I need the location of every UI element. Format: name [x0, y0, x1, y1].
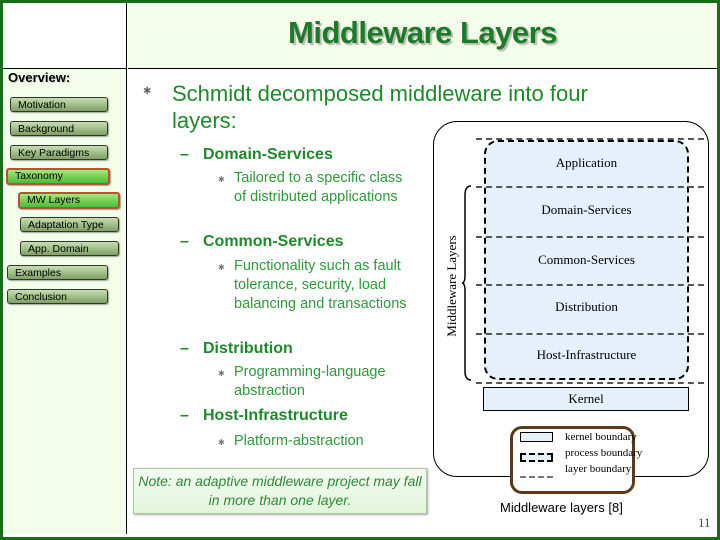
- sidebar-logo-area: [3, 3, 127, 69]
- diagram-layer-domain-services: Domain-Services: [541, 202, 632, 217]
- layer-boundary-line: [476, 333, 704, 335]
- sidebar-item-motivation[interactable]: Motivation: [10, 97, 108, 112]
- layer-heading-host-infrastructure: Host-Infrastructure: [203, 407, 348, 424]
- layer-boundary-line: [476, 186, 704, 188]
- layer-heading-domain-services: Domain-Services: [203, 146, 333, 163]
- sub-bullet-icon: ✱: [218, 438, 225, 447]
- layer-boundary-line: [476, 138, 704, 140]
- diagram-kernel: Kernel: [483, 387, 689, 411]
- diagram-layer-application: Application: [555, 155, 618, 170]
- sidebar-heading: Overview:: [8, 70, 71, 85]
- layer-heading-common-services: Common-Services: [203, 233, 344, 250]
- layer-boundary-line: [476, 236, 704, 238]
- layer-detail-domain-services: Tailored to a specific class of distribu…: [234, 170, 403, 205]
- diagram-caption: Middleware layers [8]: [500, 500, 623, 515]
- note-box: Note: an adaptive middleware project may…: [133, 468, 427, 514]
- sidebar-item-mw-layers[interactable]: MW Layers: [18, 192, 120, 209]
- legend-process-swatch: [520, 453, 553, 462]
- diagram-layer-distribution: Distribution: [555, 299, 618, 314]
- sidebar-item-conclusion[interactable]: Conclusion: [7, 289, 108, 304]
- page-number: 11: [698, 515, 711, 530]
- layer-detail-host-infrastructure: Platform-abstraction: [234, 433, 364, 449]
- legend-kernel-label: kernel boundary: [565, 431, 637, 443]
- sidebar-item-examples[interactable]: Examples: [7, 265, 108, 280]
- dash-icon: –: [180, 340, 189, 357]
- dash-icon: –: [180, 233, 189, 250]
- diagram-layer-host-infrastructure: Host-Infrastructure: [536, 347, 637, 362]
- sub-bullet-icon: ✱: [218, 263, 225, 272]
- diagram-layer-common-services: Common-Services: [538, 252, 635, 267]
- dash-icon: –: [180, 407, 189, 424]
- page-title: Middleware Layers: [288, 15, 557, 50]
- sidebar-item-adaptation-type[interactable]: Adaptation Type: [20, 217, 119, 232]
- brace-icon: [462, 185, 472, 381]
- sidebar-item-app-domain[interactable]: App. Domain: [20, 241, 119, 256]
- title-bar: Middleware Layers: [128, 3, 717, 69]
- legend-process-label: process boundary: [565, 447, 643, 459]
- sub-bullet-icon: ✱: [218, 369, 225, 378]
- legend-layer-label: layer boundary: [565, 463, 632, 475]
- layer-boundary-line: [476, 382, 704, 384]
- bullet-icon: ✱: [143, 86, 152, 97]
- legend-kernel-swatch: [520, 432, 553, 442]
- layer-heading-distribution: Distribution: [203, 340, 293, 357]
- layer-boundary-line: [476, 284, 704, 286]
- sidebar-item-key-paradigms[interactable]: Key Paradigms: [10, 145, 108, 160]
- dash-icon: –: [180, 146, 189, 163]
- legend-layer-swatch: [520, 476, 553, 478]
- layer-detail-distribution: Programming-language abstraction: [234, 364, 386, 399]
- middleware-layers-label: Middleware Layers: [444, 235, 459, 337]
- sub-bullet-icon: ✱: [218, 175, 225, 184]
- sidebar-item-taxonomy[interactable]: Taxonomy: [6, 168, 110, 185]
- sidebar-item-background[interactable]: Background: [10, 121, 108, 136]
- layer-detail-common-services: Functionality such as fault tolerance, s…: [234, 258, 407, 312]
